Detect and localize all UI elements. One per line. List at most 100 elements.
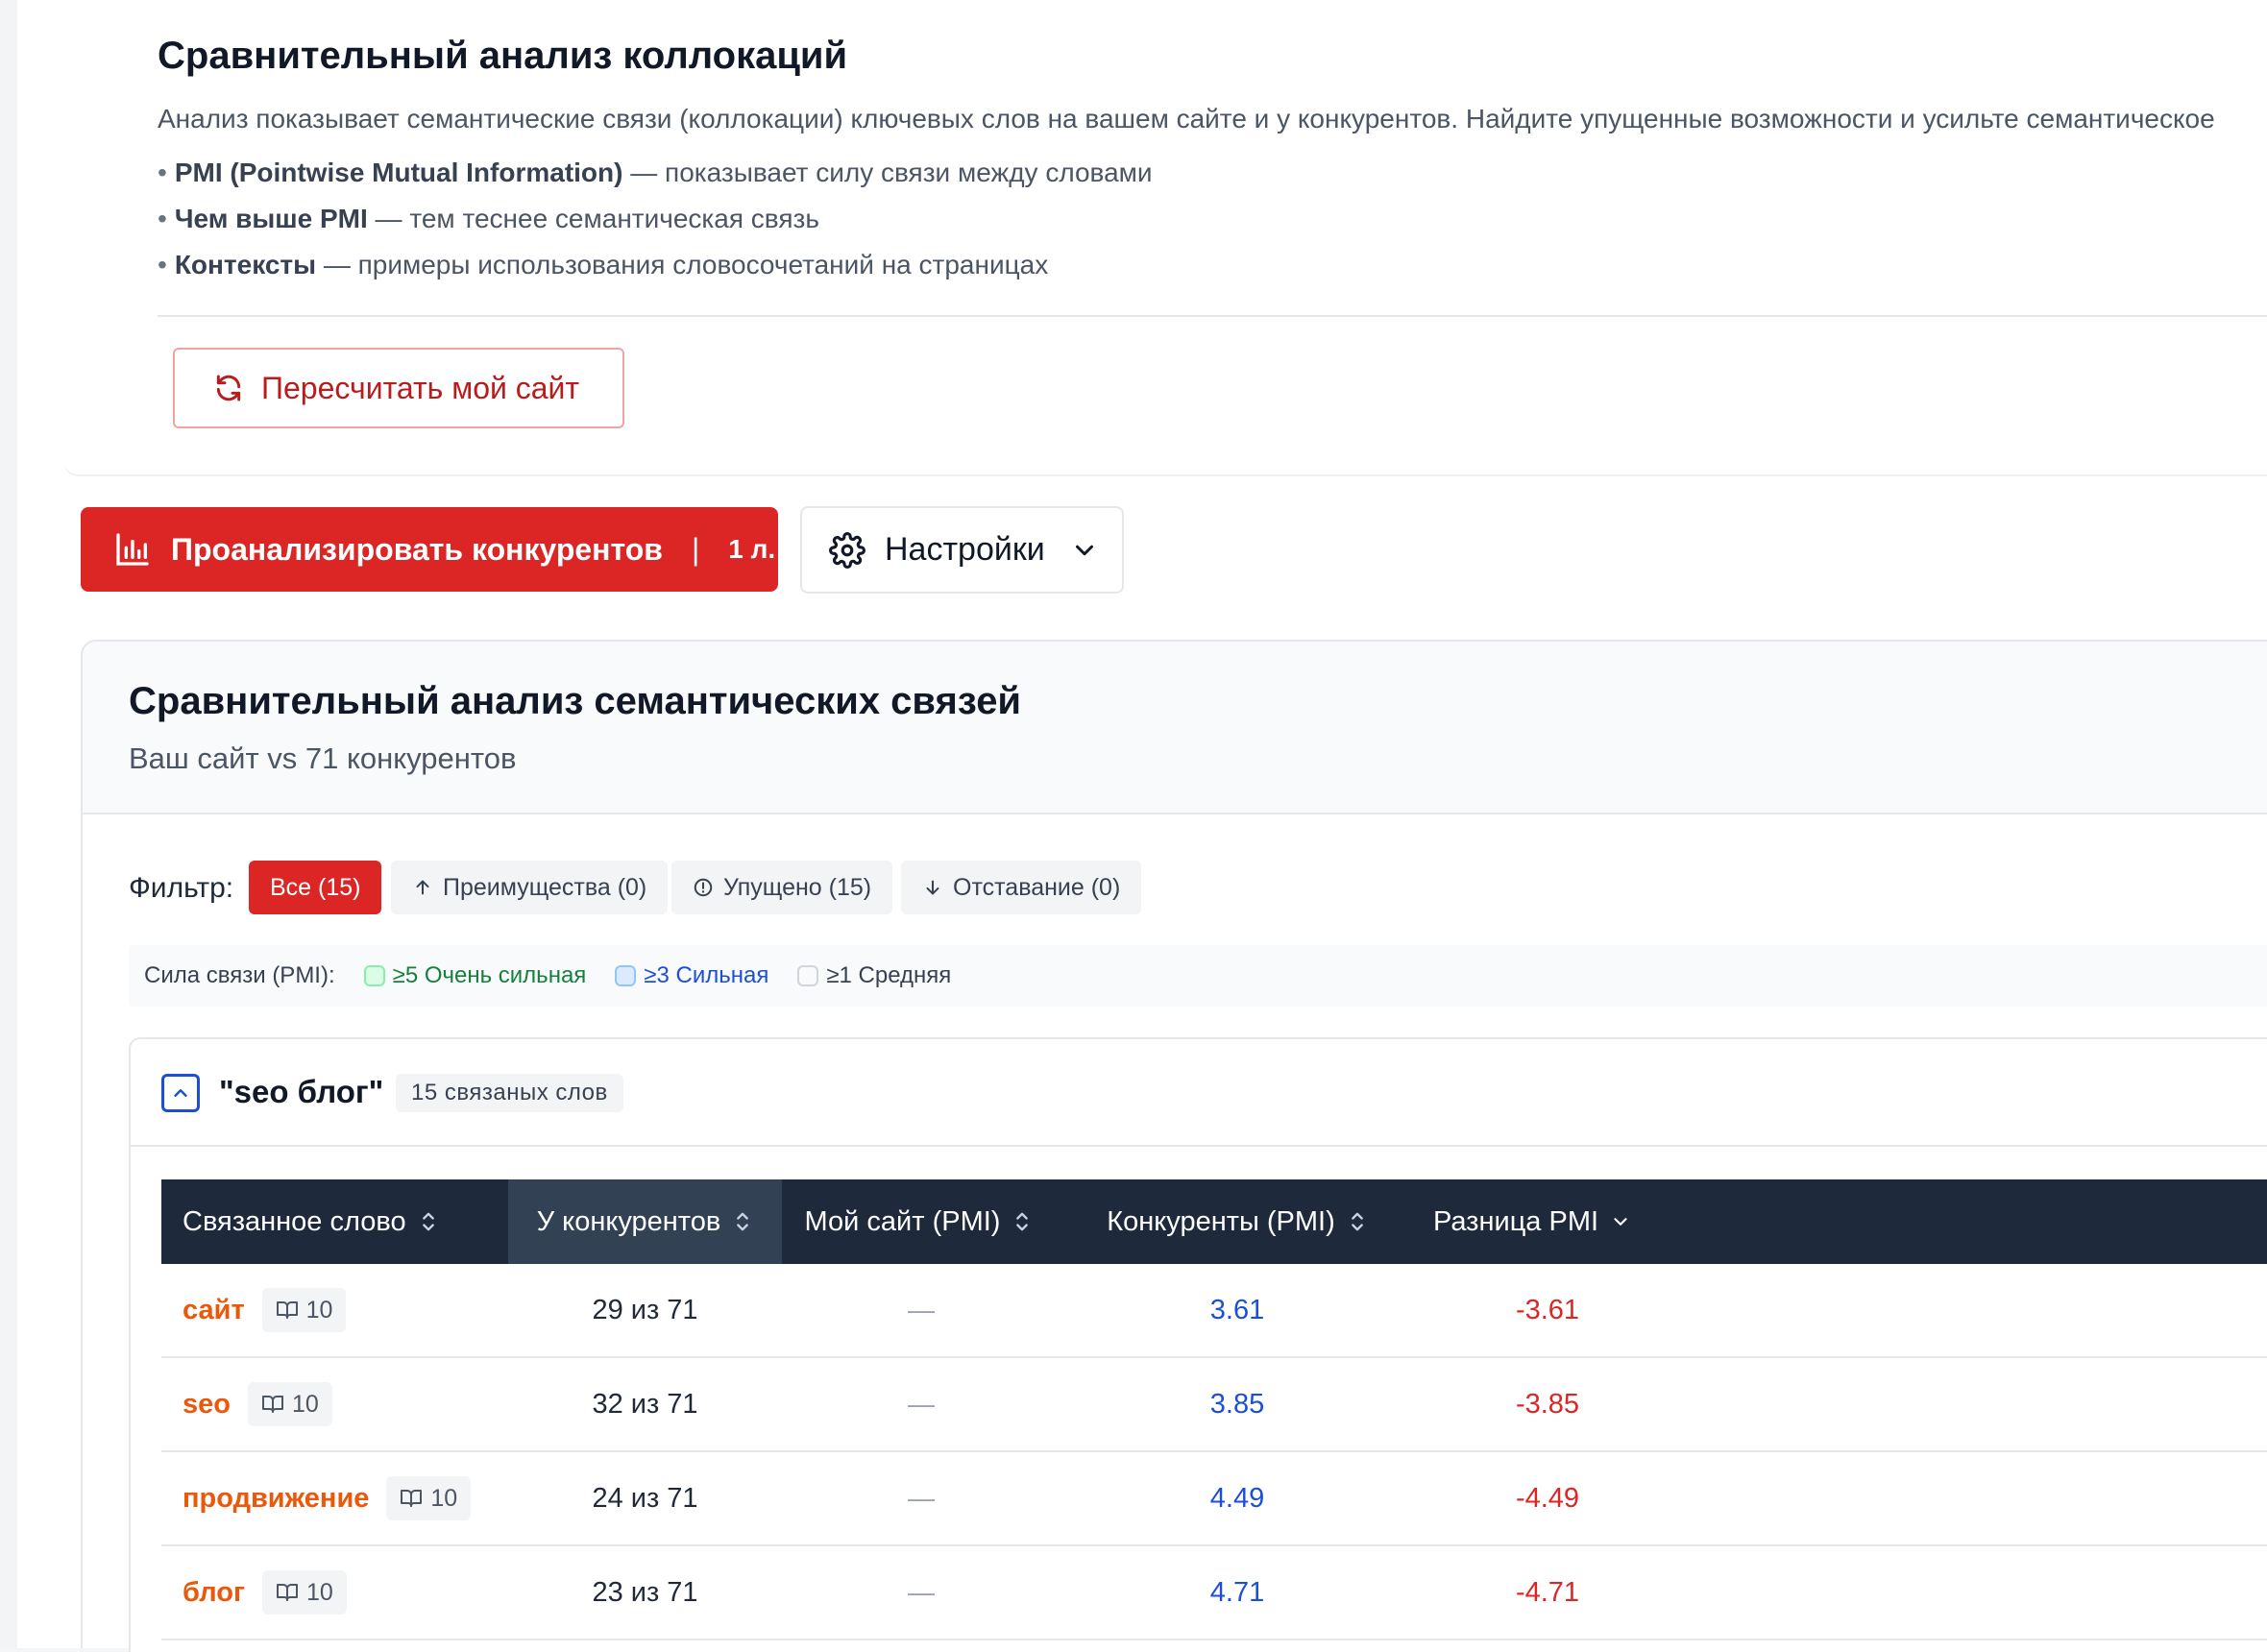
sort-icon [737,1212,749,1231]
book-open-icon [261,1396,283,1413]
table-row: seo 10 32 из 71 — 3.85 -3.85 [161,1358,2267,1452]
legend-swatch-blue [615,965,637,986]
column-label: У конкурентов [536,1205,721,1237]
related-words-count-badge: 15 связаных слов [396,1074,623,1112]
competitors-pmi: 4.71 [1209,1576,1265,1608]
contexts-button[interactable]: 10 [247,1382,332,1426]
sort-icon [1351,1212,1363,1231]
chevron-up-icon [174,1089,187,1097]
column-header-pmi-difference[interactable]: Разница PMI [1433,1179,1631,1264]
bullet-bold: PMI (Pointwise Mutual Information) [174,158,623,187]
related-word-cell: сайт 10 [183,1264,347,1356]
filter-label: Фильтр: [129,872,234,904]
competitors-pmi: 3.85 [1209,1388,1265,1420]
legend-very-strong: ≥5 Очень сильная [363,962,587,989]
analyze-label: Проанализировать конкурентов [171,531,663,567]
filter-all[interactable]: Все (15) [249,861,382,914]
contexts-count: 10 [430,1484,458,1512]
legend-label: Сила связи (PMI): [144,962,335,988]
arrow-up-icon [416,880,429,895]
competitors-count: 32 из 71 [592,1388,698,1420]
comparison-card: Сравнительный анализ семантических связе… [81,640,2267,1652]
filter-missed[interactable]: Упущено (15) [671,861,893,914]
legend-very-strong-label: ≥5 Очень сильная [392,962,587,988]
table-row: сайт 10 29 из 71 — 3.61 -3.61 [161,1264,2267,1358]
legend-strong-label: ≥3 Сильная [644,962,769,988]
book-open-icon [277,1584,299,1601]
legend-swatch-gray [797,965,819,986]
bullet-text: — показывает силу связи между словами [622,158,1153,187]
filter-advantages-label: Преимущества (0) [443,873,647,901]
bullet-contexts: • Контексты — примеры использования слово… [158,250,1049,279]
contexts-count: 10 [306,1578,333,1606]
competitors-count: 29 из 71 [592,1294,698,1325]
collocations-table: Связанное слово У конкурентов Мой сайт (… [161,1179,2267,1640]
legend-strong: ≥3 Сильная [615,962,768,989]
contexts-button[interactable]: 10 [261,1288,347,1332]
refresh-icon [216,375,241,401]
competitors-pmi: 4.49 [1209,1482,1265,1514]
filter-all-label: Все (15) [270,873,361,901]
pmi-difference: -4.71 [1515,1576,1580,1608]
gear-icon [829,531,865,569]
sort-icon [422,1212,434,1231]
bullet-text: — тем теснее семантическая связь [367,204,819,233]
filter-advantages[interactable]: Преимущества (0) [391,861,669,914]
column-header-my-site-pmi[interactable]: Мой сайт (PMI) [782,1179,1056,1264]
filter-lagging-label: Отставание (0) [953,873,1121,901]
analyze-competitors-button[interactable]: Проанализировать конкурентов | 1 л. [81,507,778,592]
comparison-header: Сравнительный анализ семантических связе… [83,642,2267,814]
divider [158,315,2267,317]
competitors-pmi: 3.61 [1209,1294,1265,1325]
column-label: Разница PMI [1433,1205,1599,1237]
column-label: Связанное слово [183,1205,406,1237]
column-header-competitors-pmi[interactable]: Конкуренты (PMI) [1093,1179,1381,1264]
comparison-subtitle: Ваш сайт vs 71 конкурентов [129,741,517,775]
my-site-pmi: — [908,1577,935,1607]
filter-lagging[interactable]: Отставание (0) [901,861,1142,914]
keyword-title: "seo блог" [219,1074,384,1109]
collapse-toggle-button[interactable] [161,1074,200,1112]
related-word-link[interactable]: seo [183,1389,231,1421]
table-row: блог 10 23 из 71 — 4.71 -4.71 [161,1546,2267,1640]
related-word-cell: продвижение 10 [183,1452,472,1544]
column-header-competitors[interactable]: У конкурентов [508,1179,782,1264]
recalculate-site-button[interactable]: Пересчитать мой сайт [173,348,624,428]
contexts-button[interactable]: 10 [386,1476,472,1520]
recalculate-label: Пересчитать мой сайт [261,370,580,405]
legend-medium-label: ≥1 Средняя [826,962,952,988]
filter-missed-label: Упущено (15) [723,873,872,901]
my-site-pmi: — [908,1483,935,1513]
comparison-title: Сравнительный анализ семантических связе… [129,680,1022,722]
legend-medium: ≥1 Средняя [797,962,951,989]
arrow-down-icon [926,880,939,895]
bullet-bold: Контексты [174,250,317,279]
pmi-difference: -3.85 [1515,1388,1580,1420]
related-word-cell: seo 10 [183,1358,332,1450]
column-label: Конкуренты (PMI) [1107,1205,1335,1237]
page: Сравнительный анализ коллокаций Анализ п… [0,0,2267,1652]
alert-circle-icon [694,878,713,897]
contexts-count: 10 [305,1296,333,1324]
info-card: Сравнительный анализ коллокаций Анализ п… [63,0,2267,476]
bullet-pmi: • PMI (Pointwise Mutual Information) — по… [158,158,1153,187]
bullet-bold: Чем выше PMI [174,204,368,233]
table-header: Связанное слово У конкурентов Мой сайт (… [161,1179,2267,1264]
bullet-text: — примеры использования словосочетаний н… [316,250,1049,279]
column-header-related-word[interactable]: Связанное слово [183,1179,439,1264]
pmi-legend: Сила связи (PMI): ≥5 Очень сильная ≥3 Си… [129,945,2267,1007]
related-word-link[interactable]: сайт [183,1295,245,1326]
competitors-count: 23 из 71 [592,1576,698,1608]
book-open-icon [401,1490,423,1507]
legend-swatch-green [363,965,385,986]
info-description: Анализ показывает семантические связи (к… [158,104,2215,134]
book-open-icon [276,1301,298,1319]
settings-dropdown-button[interactable]: Настройки [800,506,1124,594]
column-label: Мой сайт (PMI) [804,1205,1001,1237]
contexts-button[interactable]: 10 [262,1570,347,1615]
analyze-cost: 1 л. [728,534,776,564]
related-word-link[interactable]: блог [183,1577,245,1609]
chevron-down-icon [1075,545,1093,555]
related-word-link[interactable]: продвижение [183,1483,369,1515]
table-row: продвижение 10 24 из 71 — 4.49 -4.49 [161,1452,2267,1546]
